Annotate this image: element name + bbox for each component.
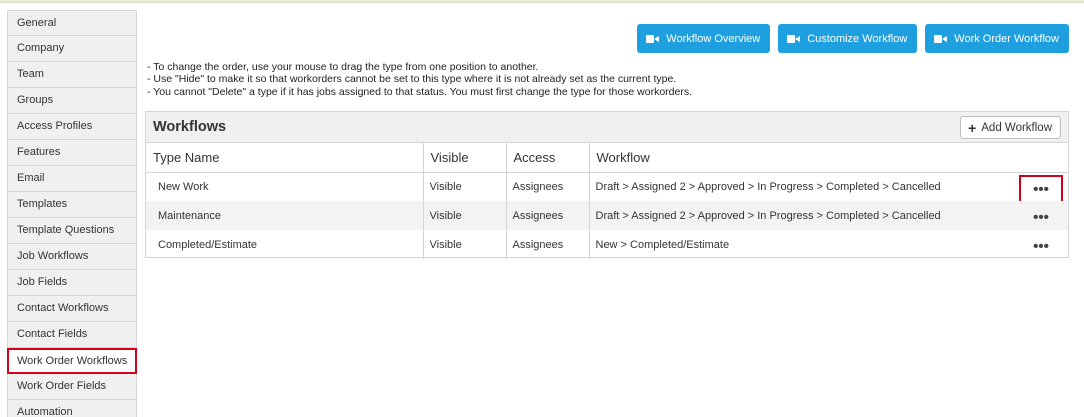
customize-workflow-label: Customize Workflow <box>807 32 908 45</box>
sidebar-item-groups[interactable]: Groups <box>7 88 137 114</box>
cell-visible: Visible <box>423 172 507 201</box>
sidebar-item-job-workflows[interactable]: Job Workflows <box>7 244 137 270</box>
cell-access: Assignees <box>506 201 590 230</box>
cell-type-name: New Work <box>146 172 424 201</box>
sidebar-item-work-order-fields[interactable]: Work Order Fields <box>7 374 137 400</box>
sidebar-item-contact-fields[interactable]: Contact Fields <box>7 322 137 348</box>
sidebar-item-team[interactable]: Team <box>7 62 137 88</box>
cell-workflow: Draft > Assigned 2 > Approved > In Progr… <box>589 201 1068 230</box>
more-actions-button[interactable]: ••• <box>1019 233 1063 261</box>
sidebar-item-contact-workflows[interactable]: Contact Workflows <box>7 296 137 322</box>
sidebar-item-job-fields[interactable]: Job Fields <box>7 270 137 296</box>
table-header-row: Type Name Visible Access Workflow <box>146 143 1068 173</box>
cell-workflow: New > Completed/Estimate ••• <box>589 230 1068 259</box>
note-line: - You cannot "Delete" a type if it has j… <box>147 85 693 98</box>
plus-icon: + <box>968 119 977 136</box>
add-workflow-button[interactable]: + Add Workflow <box>960 116 1061 139</box>
workflow-steps: Draft > Assigned 2 > Approved > In Progr… <box>595 180 941 193</box>
cell-visible: Visible <box>423 230 507 259</box>
ellipsis-icon: ••• <box>1033 209 1049 226</box>
video-camera-icon <box>787 34 801 43</box>
note-line: - To change the order, use your mouse to… <box>147 61 539 73</box>
action-toolbar: Workflow Overview Customize Workflow Wor… <box>637 24 1069 53</box>
column-header-access[interactable]: Access <box>506 143 590 173</box>
sidebar-item-access-profiles[interactable]: Access Profiles <box>7 114 137 140</box>
more-actions-button[interactable]: ••• <box>1019 204 1063 232</box>
table-row[interactable]: Maintenance Visible Assignees Draft > As… <box>146 201 1068 230</box>
panel-title: Workflows <box>153 119 227 135</box>
note-line: - Use "Hide" to make it so that workorde… <box>147 73 677 86</box>
table-row[interactable]: Completed/Estimate Visible Assignees New… <box>146 230 1068 259</box>
help-notes: - To change the order, use your mouse to… <box>147 61 692 98</box>
workflow-overview-label: Workflow Overview <box>666 32 761 45</box>
cell-access: Assignees <box>506 230 590 259</box>
column-header-workflow[interactable]: Workflow <box>589 143 1068 173</box>
sidebar-item-email[interactable]: Email <box>7 166 137 192</box>
workflow-steps: New > Completed/Estimate <box>595 238 730 251</box>
column-header-type-name[interactable]: Type Name <box>146 143 424 173</box>
workflows-panel: Workflows + Add Workflow Type Name Visib… <box>145 111 1069 259</box>
customize-workflow-button[interactable]: Customize Workflow <box>778 24 918 53</box>
work-order-workflow-button[interactable]: Work Order Workflow <box>925 24 1069 53</box>
video-camera-icon <box>646 34 660 43</box>
workflows-table: Type Name Visible Access Workflow New Wo… <box>146 143 1068 259</box>
top-rule <box>0 0 1084 3</box>
workflow-overview-button[interactable]: Workflow Overview <box>637 24 771 53</box>
sidebar-item-automation[interactable]: Automation <box>7 400 137 417</box>
sidebar-item-work-order-workflows[interactable]: Work Order Workflows <box>7 348 137 374</box>
video-camera-icon <box>934 34 948 43</box>
cell-workflow: Draft > Assigned 2 > Approved > In Progr… <box>589 172 1068 206</box>
workflow-steps: Draft > Assigned 2 > Approved > In Progr… <box>595 209 941 222</box>
sidebar-item-features[interactable]: Features <box>7 140 137 166</box>
sidebar-item-general[interactable]: General <box>7 10 137 36</box>
column-header-visible[interactable]: Visible <box>423 143 507 173</box>
sidebar-item-template-questions[interactable]: Template Questions <box>7 218 137 244</box>
cell-visible: Visible <box>423 201 507 230</box>
cell-type-name: Completed/Estimate <box>146 230 424 259</box>
cell-type-name: Maintenance <box>146 201 424 230</box>
table-row[interactable]: New Work Visible Assignees Draft > Assig… <box>146 172 1068 206</box>
panel-header: Workflows + Add Workflow <box>146 112 1068 143</box>
sidebar-item-templates[interactable]: Templates <box>7 192 137 218</box>
settings-sidebar: General Company Team Groups Access Profi… <box>7 10 137 417</box>
ellipsis-icon: ••• <box>1033 181 1049 198</box>
cell-access: Assignees <box>506 172 590 201</box>
add-workflow-label: Add Workflow <box>981 121 1052 134</box>
work-order-workflow-label: Work Order Workflow <box>954 32 1059 45</box>
ellipsis-icon: ••• <box>1033 238 1049 255</box>
sidebar-item-company[interactable]: Company <box>7 36 137 62</box>
